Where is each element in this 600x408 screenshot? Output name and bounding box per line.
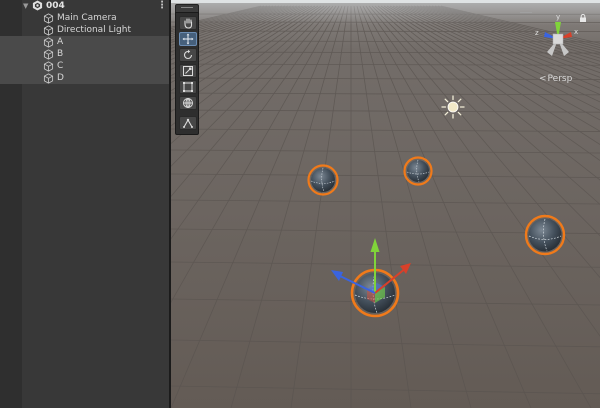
sphere-object-c[interactable] bbox=[403, 156, 433, 186]
hierarchy-item-label: C bbox=[57, 61, 64, 71]
scene-row[interactable]: ▼ 004 ⋮ bbox=[0, 0, 169, 12]
hierarchy-item[interactable]: C bbox=[0, 60, 169, 72]
hierarchy-item-label: B bbox=[57, 49, 64, 59]
hierarchy-item-label: Directional Light bbox=[57, 25, 131, 35]
hierarchy-item[interactable]: D bbox=[0, 72, 169, 84]
gameobject-cube-icon bbox=[43, 37, 54, 48]
kebab-menu-icon[interactable]: ⋮ bbox=[157, 0, 167, 12]
gameobject-cube-icon bbox=[43, 73, 54, 84]
triangle-down-icon[interactable]: ▼ bbox=[23, 0, 28, 12]
hierarchy-item[interactable]: A bbox=[0, 36, 169, 48]
gameobject-cube-icon bbox=[43, 25, 54, 36]
hierarchy-item-label: A bbox=[57, 37, 64, 47]
scene-view[interactable]: y x z <Persp bbox=[171, 0, 600, 408]
unity-scene-icon bbox=[32, 0, 43, 11]
directional-light-icon[interactable] bbox=[441, 95, 465, 119]
hierarchy-item[interactable]: Directional Light bbox=[0, 24, 169, 36]
gameobject-cube-icon bbox=[43, 13, 54, 24]
hierarchy-item-label: Main Camera bbox=[57, 13, 117, 23]
gameobject-cube-icon bbox=[43, 61, 54, 72]
scene-name: 004 bbox=[46, 1, 65, 11]
sphere-object-b[interactable] bbox=[307, 164, 339, 196]
scene-objects bbox=[307, 95, 566, 318]
hierarchy-item[interactable]: B bbox=[0, 48, 169, 60]
hierarchy-item-label: D bbox=[57, 73, 64, 83]
sphere-object-d[interactable] bbox=[524, 214, 566, 256]
hierarchy-panel: ▼ 004 ⋮ Main Camera Directional Light A B C D bbox=[0, 0, 169, 408]
hierarchy-item[interactable]: Main Camera bbox=[0, 12, 169, 24]
gameobject-cube-icon bbox=[43, 49, 54, 60]
